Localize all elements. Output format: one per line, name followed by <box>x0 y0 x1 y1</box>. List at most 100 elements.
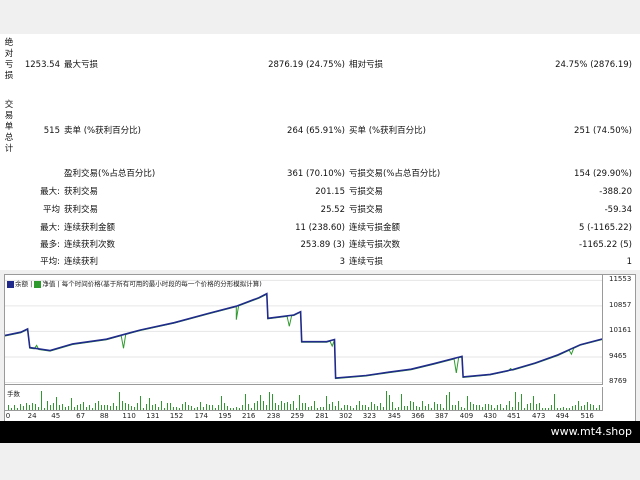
row-mid-value: 2876.19 (24.75%) <box>268 60 345 70</box>
volume-bar <box>374 404 375 410</box>
volume-bar <box>53 403 54 410</box>
volume-bar <box>326 396 327 410</box>
volume-bar <box>200 402 201 410</box>
volume-bar <box>275 403 276 410</box>
volume-bar <box>359 401 360 410</box>
volume-bar <box>413 402 414 410</box>
volume-bar <box>491 405 492 410</box>
volume-bar <box>158 407 159 410</box>
volume-bar <box>482 407 483 410</box>
volume-bar <box>323 407 324 410</box>
row-right-label: 相对亏损 <box>349 60 384 70</box>
report-summary: 绝对亏损 交易单总计 1253.54 最大亏损 2876.19 (24.75%)… <box>0 34 640 270</box>
volume-bar <box>521 394 522 410</box>
volume-bar <box>11 408 12 410</box>
volume-bar <box>47 401 48 410</box>
volume-bar <box>23 406 24 410</box>
volume-bar <box>461 407 462 410</box>
volume-bar <box>308 407 309 410</box>
x-tick-label: 174 <box>194 412 208 420</box>
volume-bar <box>77 405 78 410</box>
volume-bar <box>398 407 399 410</box>
volume-bar <box>377 406 378 410</box>
volume-bar <box>314 401 315 410</box>
volume-bar <box>404 406 405 410</box>
volume-bar <box>218 405 219 410</box>
volume-bar <box>164 408 165 410</box>
volume-bar <box>584 405 585 410</box>
row-mid-label: 获利交易 <box>64 187 99 197</box>
volume-bar <box>236 407 237 410</box>
volume-bar <box>494 408 495 410</box>
volume-bar <box>71 398 72 410</box>
volume-bar <box>317 408 318 410</box>
row-right-value: 5 (-1165.22) <box>579 223 632 233</box>
volume-bar <box>257 401 258 410</box>
volume-bar <box>239 408 240 410</box>
volume-bar <box>137 403 138 410</box>
volume-bar <box>260 395 261 410</box>
row-mid-label: 盈利交易(%占总百分比) <box>64 169 156 179</box>
row-right-value: -388.20 <box>599 187 632 197</box>
volume-bar <box>284 403 285 410</box>
volume-bar <box>134 407 135 410</box>
volume-bar <box>416 406 417 410</box>
x-tick-label: 45 <box>51 412 61 420</box>
volume-bar <box>548 408 549 410</box>
volume-bar <box>119 392 120 410</box>
volume-bar <box>248 404 249 410</box>
row-right-label: 连续亏损 <box>349 257 384 267</box>
volume-bar <box>362 405 363 410</box>
volume-bar <box>32 403 33 410</box>
volume-bar <box>272 394 273 410</box>
x-tick-label: 0 <box>5 412 11 420</box>
volume-bar <box>578 401 579 410</box>
x-tick-label: 494 <box>555 412 570 420</box>
x-tick-label: 88 <box>99 412 109 420</box>
volume-bar <box>176 407 177 410</box>
volume-bar <box>368 407 369 410</box>
x-tick-label: 387 <box>434 412 449 420</box>
volume-bar <box>365 405 366 410</box>
row-right-value: -59.34 <box>604 205 632 215</box>
volume-bar <box>350 406 351 410</box>
volume-bar <box>446 395 447 410</box>
volume-bar <box>371 402 372 410</box>
volume-bar <box>140 396 141 410</box>
volume-bar <box>383 407 384 410</box>
volume-bar <box>44 408 45 410</box>
volume-bar <box>299 395 300 410</box>
row-mid-label: 最大亏损 <box>64 60 99 70</box>
y-tick-label: 10857 <box>609 300 632 309</box>
volume-bar <box>107 405 108 410</box>
volume-bar <box>542 408 543 410</box>
row-mid-value: 253.89 (3) <box>300 240 345 250</box>
volume-bar <box>512 407 513 410</box>
x-tick-label: 24 <box>27 412 37 420</box>
x-tick-label: 238 <box>266 412 281 420</box>
volume-bar <box>440 404 441 410</box>
row-mid-value: 201.15 <box>315 187 345 197</box>
volume-bar <box>194 408 195 410</box>
volume-bar <box>545 408 546 410</box>
volume-bar <box>179 408 180 410</box>
volume-bar <box>452 405 453 410</box>
x-tick-label: 195 <box>218 412 232 420</box>
row-right-label: 亏损交易 <box>349 187 384 197</box>
legend-model-note: 每个时间价格(基于所有可用的最小时段的每一个价格的分形模拟计算) <box>61 280 262 288</box>
volume-bar <box>263 401 264 410</box>
volume-bar <box>500 404 501 410</box>
brand-text[interactable]: www.mt4.shop <box>551 425 632 438</box>
equity-line <box>5 293 602 380</box>
chart-legend: 余额 | 净值 | 每个时间价格(基于所有可用的最小时段的每一个价格的分形模拟计… <box>7 278 262 288</box>
volume-bar <box>59 405 60 410</box>
x-tick-label: 131 <box>146 412 160 420</box>
volume-bar <box>254 403 255 410</box>
row-mid-value: 264 (65.91%) <box>287 126 345 136</box>
volume-bar <box>290 404 291 410</box>
chart-svg <box>5 279 602 383</box>
volume-bar <box>173 407 174 410</box>
volume-bar <box>38 407 39 410</box>
volume-bar <box>380 403 381 410</box>
volume-bar <box>506 405 507 410</box>
